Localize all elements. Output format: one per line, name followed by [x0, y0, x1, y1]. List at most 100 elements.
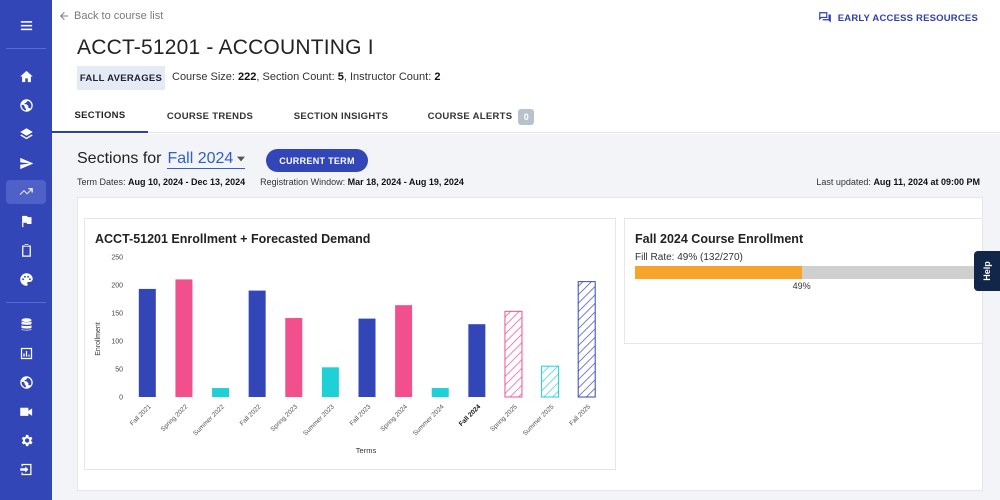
section-count-label: , Section Count: [256, 71, 338, 83]
sections-for-label: Sections for [77, 150, 162, 167]
tab-bar: SECTIONS COURSE TRENDS SECTION INSIGHTS … [52, 100, 1000, 133]
x-tick-label: Spring 2023 [269, 403, 299, 433]
course-size-label: Course Size: [172, 71, 239, 83]
tab-section-insights[interactable]: SECTION INSIGHTS [286, 100, 396, 133]
instructor-count-label: , Instructor Count: [343, 71, 435, 83]
arrow-left-icon [60, 12, 68, 20]
course-enrollment-card: Fall 2024 Course Enrollment Fill Rate: 4… [624, 218, 983, 344]
chat-icon [818, 12, 831, 23]
term-dates-row: Term Dates: Aug 10, 2024 - Dec 13, 2024 … [77, 177, 464, 187]
tab-course-trends[interactable]: COURSE TRENDS [162, 100, 258, 133]
term-dropdown[interactable]: Fall 2024 [167, 150, 246, 169]
y-tick-label: 150 [111, 311, 123, 318]
sidebar-divider [6, 302, 46, 303]
registration-window-label: Registration Window: [260, 177, 348, 187]
term-dropdown-value: Fall 2024 [167, 150, 234, 167]
forecast-bar [504, 310, 523, 398]
layers-icon[interactable] [14, 122, 38, 146]
last-updated-value: Aug 11, 2024 at 09:00 PM [873, 177, 980, 187]
x-tick-label: Fall 2021 [129, 403, 153, 427]
enrollment-card-title: Fall 2024 Course Enrollment [635, 232, 804, 246]
flag-icon[interactable] [14, 209, 38, 233]
instructor-count-value: 2 [434, 71, 441, 83]
enrollment-bar [138, 288, 156, 397]
x-tick-label: Summer 2023 [302, 403, 336, 437]
course-stats: Course Size: 222, Section Count: 5, Inst… [172, 71, 440, 83]
fill-rate-track [635, 266, 975, 279]
enrollment-bar [431, 388, 449, 397]
tab-course-alerts[interactable]: COURSE ALERTS 0 [426, 100, 536, 133]
term-dates-label: Term Dates: [77, 177, 129, 187]
tab-label: COURSE TRENDS [166, 111, 254, 122]
x-tick-label: Fall 2024 [458, 403, 483, 428]
x-tick-label: Summer 2022 [192, 403, 226, 437]
y-tick-label: 200 [111, 283, 123, 290]
clipboard-icon[interactable] [14, 238, 38, 262]
x-tick-label: Fall 2025 [568, 403, 592, 427]
y-axis-label: Enrollment [95, 322, 102, 356]
help-tab-label: Help [981, 261, 992, 281]
x-tick-label: Fall 2022 [239, 403, 263, 427]
help-tab[interactable]: Help [974, 251, 1000, 291]
y-tick-label: 50 [115, 367, 123, 374]
fill-rate-label: Fill Rate: 49% (132/270) [635, 252, 743, 263]
enrollment-bar [285, 318, 303, 397]
tab-label: COURSE ALERTS [427, 111, 513, 122]
current-term-button[interactable]: CURRENT TERM [266, 149, 368, 172]
caret-down-icon [237, 156, 246, 162]
enrollment-bar [248, 290, 266, 397]
tab-label: SECTION INSIGHTS [293, 111, 389, 122]
logout-icon[interactable] [14, 457, 38, 481]
globe-icon[interactable] [14, 93, 38, 117]
y-tick-label: 250 [111, 255, 123, 262]
early-access-resources-link[interactable]: EARLY ACCESS RESOURCES [818, 11, 978, 25]
x-tick-label: Fall 2023 [349, 403, 373, 427]
registration-window-value: Mar 18, 2024 - Aug 19, 2024 [347, 177, 464, 187]
forecast-bar [577, 281, 596, 398]
course-size-value: 222 [238, 71, 257, 83]
bar-chart-icon[interactable] [14, 341, 38, 365]
sections-for-heading: Sections for Fall 2024 [77, 150, 246, 169]
enrollment-bar [358, 318, 376, 397]
x-axis-label: Terms [356, 446, 377, 455]
x-tick-label: Summer 2024 [412, 403, 446, 437]
x-tick-label: Spring 2022 [160, 403, 190, 433]
menu-icon[interactable] [14, 13, 38, 37]
enrollment-chart: 050100150200250Fall 2021 Spring 2022 Summe… [95, 255, 596, 455]
last-updated: Last updated: Aug 11, 2024 at 09:00 PM [816, 177, 980, 187]
x-tick-label: Spring 2024 [379, 403, 409, 433]
early-access-label: EARLY ACCESS RESOURCES [837, 12, 978, 24]
database-icon[interactable] [14, 312, 38, 336]
sidebar-divider [6, 48, 46, 49]
video-icon[interactable] [14, 399, 38, 423]
sidebar [0, 0, 52, 500]
x-tick-label: Spring 2025 [489, 403, 519, 433]
fall-averages-badge: FALL AVERAGES [77, 66, 165, 90]
alerts-count-badge: 0 [518, 108, 535, 125]
gear-icon[interactable] [14, 428, 38, 452]
y-tick-label: 100 [111, 339, 123, 346]
trending-icon[interactable] [6, 180, 46, 204]
back-to-course-list-link[interactable]: Back to course list [58, 10, 163, 22]
enrollment-chart-card: ACCT-51201 Enrollment + Forecasted Deman… [84, 218, 616, 470]
y-tick-label: 0 [119, 395, 123, 402]
enrollment-bar [395, 305, 413, 397]
palette-icon[interactable] [14, 267, 38, 291]
home-icon[interactable] [14, 64, 38, 88]
fill-rate-percent: 49% [792, 281, 811, 291]
globe-icon[interactable] [14, 370, 38, 394]
back-link-label: Back to course list [74, 10, 164, 22]
enrollment-bar [212, 388, 230, 397]
x-tick-label: Summer 2025 [522, 403, 556, 437]
fill-rate-bar [635, 266, 802, 279]
tab-label: SECTIONS [74, 110, 126, 121]
forecast-bar [541, 365, 560, 398]
main-content: Sections for Fall 2024 CURRENT TERM Term… [52, 134, 1000, 500]
send-icon[interactable] [14, 151, 38, 175]
page-title: ACCT-51201 - ACCOUNTING I [77, 36, 374, 59]
sections-panel: ACCT-51201 Enrollment + Forecasted Deman… [77, 197, 983, 491]
enrollment-bar [321, 367, 339, 397]
term-dates-value: Aug 10, 2024 - Dec 13, 2024 [128, 177, 246, 187]
tab-sections[interactable]: SECTIONS [52, 100, 148, 133]
enrollment-bar [175, 279, 193, 397]
